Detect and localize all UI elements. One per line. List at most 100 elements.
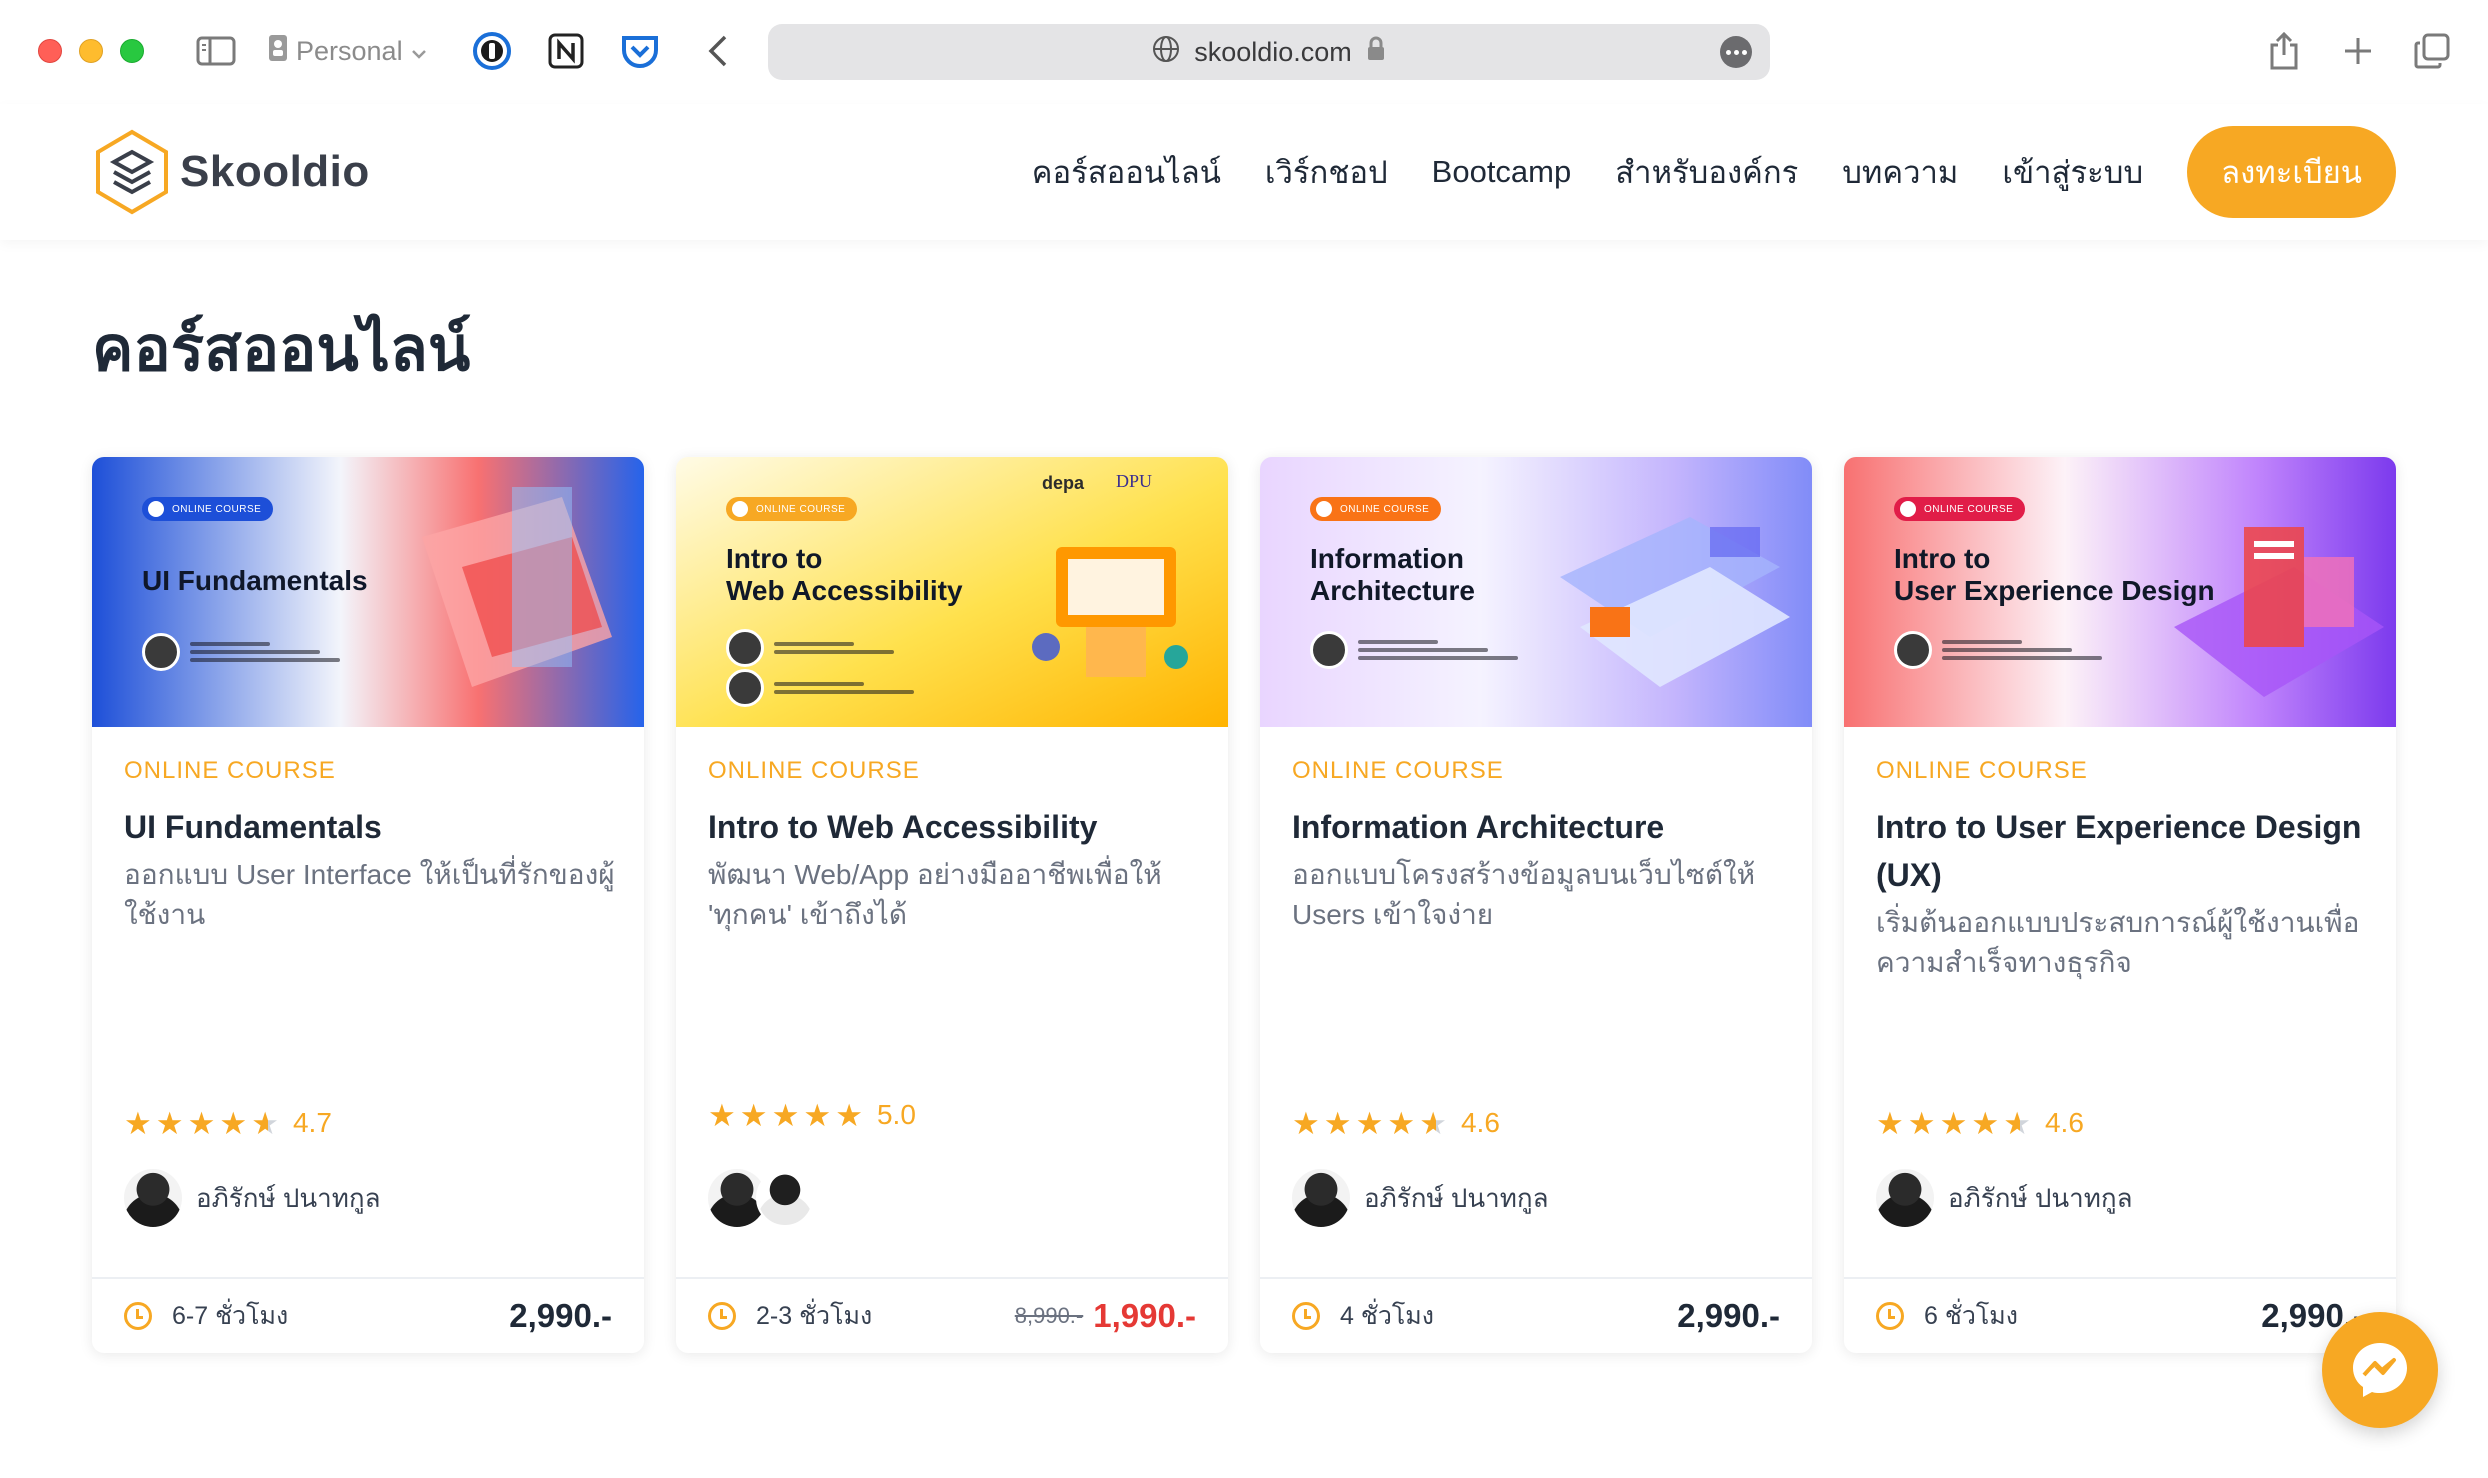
avatar bbox=[124, 1169, 182, 1227]
nav-bootcamp[interactable]: Bootcamp bbox=[1432, 154, 1572, 190]
partner-logo-dpu: DPU bbox=[1116, 471, 1153, 491]
course-rating: ★ ★ ★ ★ ★ 5.0 bbox=[708, 1099, 916, 1131]
star-icon: ★ bbox=[1971, 1105, 2000, 1141]
url-text: skooldio.com bbox=[1194, 36, 1352, 67]
course-rating: ★ ★ ★ ★ ★ 4.6 bbox=[1876, 1107, 2084, 1139]
star-icon: ★ bbox=[1939, 1105, 1968, 1141]
course-thumbnail: ONLINE COURSE Intro to User Experience D… bbox=[1844, 457, 2396, 727]
course-old-price: 8,990.- bbox=[1014, 1303, 1084, 1328]
star-icon: ★ bbox=[155, 1105, 184, 1141]
course-category: ONLINE COURSE bbox=[124, 757, 336, 784]
thumbnail-instructor bbox=[142, 633, 350, 671]
share-icon[interactable] bbox=[2264, 30, 2304, 72]
course-category: ONLINE COURSE bbox=[1292, 757, 1504, 784]
register-button[interactable]: ลงทะเบียน bbox=[2187, 126, 2396, 218]
close-window-button[interactable] bbox=[38, 39, 62, 63]
course-duration: 6-7 ชั่วโมง bbox=[172, 1302, 289, 1330]
star-icon: ★ bbox=[708, 1097, 736, 1133]
tabs-icon[interactable] bbox=[2412, 30, 2452, 72]
course-card-ux-design[interactable]: ONLINE COURSE Intro to User Experience D… bbox=[1844, 457, 2396, 1353]
avatar bbox=[756, 1169, 814, 1227]
star-icon: ★ bbox=[771, 1097, 800, 1133]
course-footer: 6-7 ชั่วโมง 2,990.- bbox=[92, 1277, 644, 1353]
site-header: Skooldio คอร์สออนไลน์ เวิร์กชอป Bootcamp… bbox=[0, 104, 2488, 240]
course-description: เริ่มต้นออกแบบประสบการณ์ผู้ใช้งานเพื่อคว… bbox=[1876, 907, 2360, 978]
nav-for-business[interactable]: สำหรับองค์กร bbox=[1615, 147, 1798, 197]
course-footer: 6 ชั่วโมง 2,990.- bbox=[1844, 1277, 2396, 1353]
thumbnail-badge: ONLINE COURSE bbox=[1894, 497, 2026, 521]
course-title[interactable]: Intro to Web Accessibility bbox=[708, 803, 1204, 851]
course-description: ออกแบบโครงสร้างข้อมูลบนเว็บไซต์ให้ Users… bbox=[1292, 859, 1756, 930]
skooldio-logo[interactable]: Skooldio bbox=[92, 126, 370, 218]
maximize-window-button[interactable] bbox=[120, 39, 144, 63]
star-half-icon: ★ bbox=[251, 1105, 279, 1141]
browser-toolbar: Personal skooldio.com bbox=[0, 0, 2488, 104]
back-arrow-icon[interactable] bbox=[700, 30, 736, 72]
thumbnail-instructor bbox=[1894, 631, 2112, 669]
star-icon: ★ bbox=[1355, 1105, 1384, 1141]
lock-icon bbox=[1366, 36, 1386, 69]
thumbnail-title: Intro to Web Accessibility bbox=[726, 543, 963, 606]
instructor-name: อภิรักษ์ ปนาทกูล bbox=[1364, 1182, 1549, 1213]
course-footer: 2-3 ชั่วโมง 8,990.- 1,990.- bbox=[676, 1277, 1228, 1353]
course-duration: 4 ชั่วโมง bbox=[1340, 1302, 1434, 1330]
course-rating: ★ ★ ★ ★ ★ 4.7 bbox=[124, 1107, 332, 1139]
nav-login[interactable]: เข้าสู่ระบบ bbox=[2002, 147, 2143, 197]
logo-icon bbox=[96, 129, 168, 215]
star-icon: ★ bbox=[835, 1097, 863, 1133]
star-icon: ★ bbox=[219, 1105, 248, 1141]
thumbnail-badge: ONLINE COURSE bbox=[1310, 497, 1442, 521]
course-title[interactable]: UI Fundamentals bbox=[124, 803, 620, 851]
course-thumbnail: ONLINE COURSE depa DPU Intro to Web Acce… bbox=[676, 457, 1228, 727]
clock-icon bbox=[124, 1302, 152, 1330]
star-icon: ★ bbox=[1907, 1105, 1936, 1141]
plus-icon[interactable] bbox=[2338, 30, 2378, 72]
star-icon: ★ bbox=[739, 1097, 768, 1133]
course-title[interactable]: Information Architecture bbox=[1292, 803, 1788, 851]
course-price: 2,990.- bbox=[509, 1297, 612, 1334]
sidebar-toggle-icon[interactable] bbox=[194, 30, 238, 72]
profile-label: Personal bbox=[296, 35, 403, 66]
password-manager-icon[interactable] bbox=[470, 30, 514, 72]
nav-online-courses[interactable]: คอร์สออนไลน์ bbox=[1032, 147, 1221, 197]
avatar bbox=[1876, 1169, 1934, 1227]
course-thumbnail: ONLINE COURSE Information Architecture bbox=[1260, 457, 1812, 727]
pocket-icon[interactable] bbox=[618, 30, 662, 72]
rating-value: 4.6 bbox=[2044, 1107, 2084, 1138]
course-title[interactable]: Intro to User Experience Design (UX) bbox=[1876, 803, 2372, 899]
clock-icon bbox=[1292, 1302, 1320, 1330]
nav-workshops[interactable]: เวิร์กชอป bbox=[1265, 147, 1388, 197]
course-card-information-architecture[interactable]: ONLINE COURSE Information Architecture O… bbox=[1260, 457, 1812, 1353]
rating-value: 4.7 bbox=[292, 1107, 332, 1138]
address-bar[interactable]: skooldio.com bbox=[768, 24, 1770, 80]
nav-articles[interactable]: บทความ bbox=[1842, 147, 1958, 197]
notion-icon[interactable] bbox=[544, 30, 588, 72]
minimize-window-button[interactable] bbox=[79, 39, 103, 63]
rating-value: 5.0 bbox=[876, 1099, 916, 1130]
course-duration: 2-3 ชั่วโมง bbox=[756, 1302, 873, 1330]
avatar bbox=[1894, 631, 1932, 669]
course-instructors bbox=[708, 1169, 814, 1227]
avatar bbox=[726, 669, 764, 707]
course-category: ONLINE COURSE bbox=[1876, 757, 2088, 784]
logo-text: Skooldio bbox=[180, 147, 370, 196]
instructor-name: อภิรักษ์ ปนาทกูล bbox=[196, 1182, 381, 1213]
globe-icon bbox=[1152, 35, 1180, 70]
star-icon: ★ bbox=[124, 1105, 152, 1141]
messenger-icon bbox=[2353, 1343, 2407, 1397]
course-card-ui-fundamentals[interactable]: ONLINE COURSE UI Fundamentals ONLINE COU… bbox=[92, 457, 644, 1353]
thumbnail-title: UI Fundamentals bbox=[142, 565, 368, 596]
thumbnail-badge: ONLINE COURSE bbox=[142, 497, 274, 521]
messenger-chat-button[interactable] bbox=[2322, 1312, 2438, 1428]
course-card-web-accessibility[interactable]: ONLINE COURSE depa DPU Intro to Web Acce… bbox=[676, 457, 1228, 1353]
thumbnail-title: Information Architecture bbox=[1310, 543, 1475, 606]
profile-switcher[interactable]: Personal bbox=[268, 30, 427, 72]
course-description: พัฒนา Web/App อย่างมืออาชีพเพื่อให้ 'ทุก… bbox=[708, 859, 1162, 930]
more-icon[interactable] bbox=[1720, 36, 1752, 68]
person-icon bbox=[268, 34, 288, 69]
clock-icon bbox=[1876, 1302, 1904, 1330]
partner-logo-depa: depa bbox=[1042, 473, 1085, 493]
course-thumbnail: ONLINE COURSE UI Fundamentals bbox=[92, 457, 644, 727]
thumbnail-title: Intro to User Experience Design bbox=[1894, 543, 2215, 606]
star-icon: ★ bbox=[1292, 1105, 1320, 1141]
